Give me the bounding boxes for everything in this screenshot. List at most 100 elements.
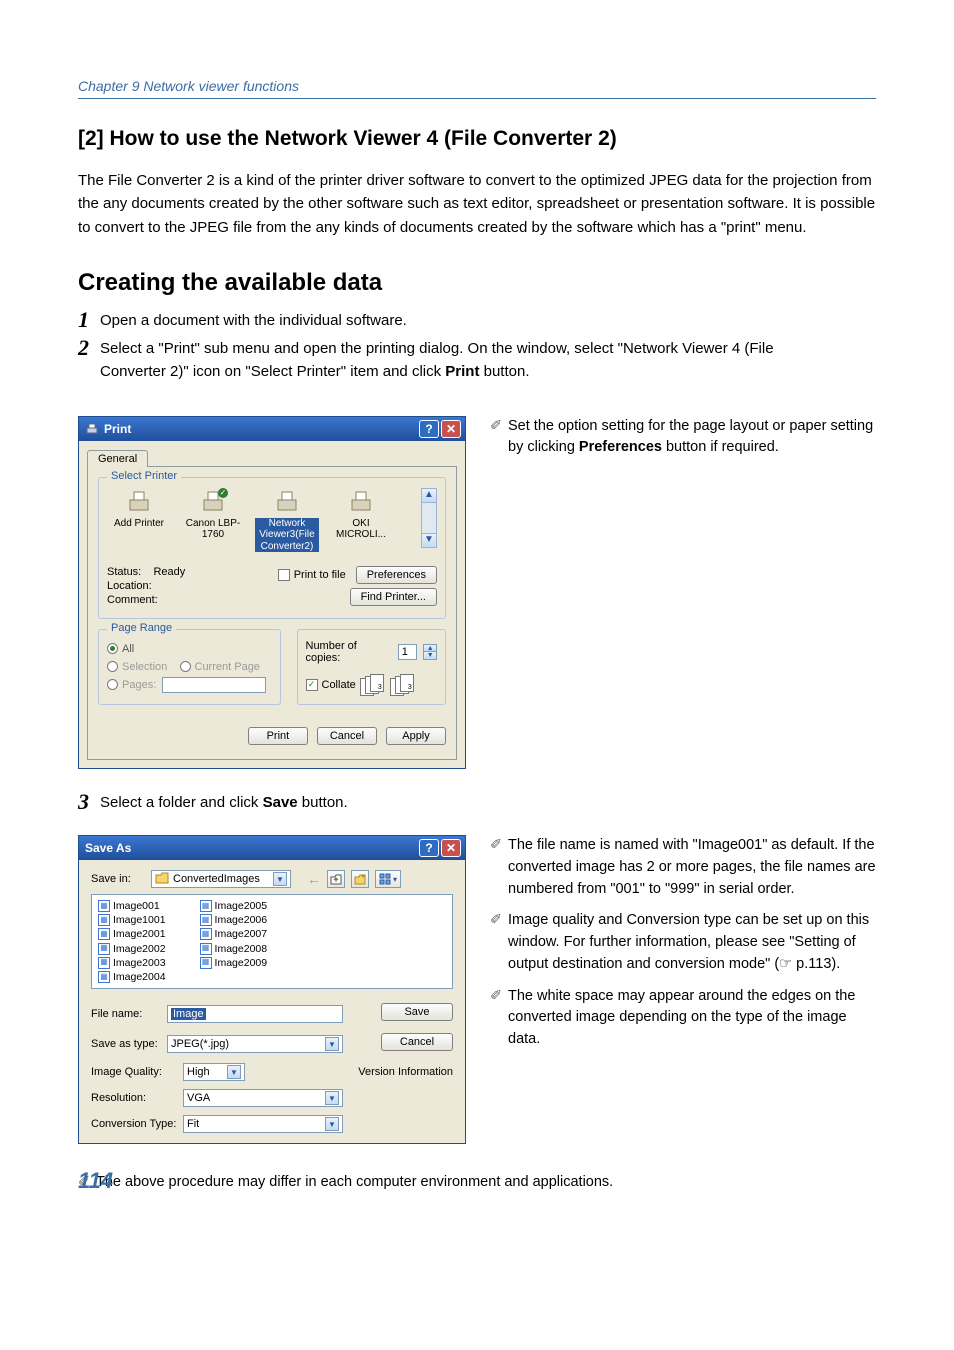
list-item[interactable]: ▦Image2009	[200, 956, 268, 970]
side-note-preferences: ✐ Set the option setting for the page la…	[490, 416, 876, 460]
pages-input[interactable]	[162, 677, 266, 693]
view-menu-icon[interactable]: ▾	[375, 870, 401, 888]
list-item[interactable]: ▦Image2001	[98, 927, 166, 941]
print-dialog-title: Print	[104, 422, 131, 436]
file-icon: ▦	[98, 957, 110, 969]
file-icon: ▦	[98, 900, 110, 912]
add-printer-icon	[124, 488, 154, 516]
step-1: 1 Open a document with the individual so…	[78, 307, 876, 333]
file-list[interactable]: ▦Image001▦Image1001▦Image2001▦Image2002▦…	[91, 894, 453, 989]
filename-input[interactable]: Image	[167, 1005, 343, 1023]
chevron-down-icon: ▼	[273, 872, 287, 886]
radio-selection[interactable]: Selection	[107, 661, 167, 673]
copies-label: Number of copies:	[306, 640, 392, 664]
copies-spinner[interactable]: ▲▼	[423, 644, 437, 660]
note-icon: ✐	[490, 416, 508, 460]
file-icon: ▦	[98, 943, 110, 955]
note-icon: ✐	[490, 910, 508, 975]
select-printer-legend: Select Printer	[107, 470, 181, 482]
cancel-button[interactable]: Cancel	[381, 1033, 453, 1051]
select-printer-group: Select Printer Add Printer	[98, 477, 446, 619]
list-item[interactable]: ▦Image2002	[98, 942, 166, 956]
step-3: 3 Select a folder and click Save button.	[78, 789, 876, 815]
page-number: 114	[78, 1168, 113, 1194]
help-button[interactable]: ?	[419, 839, 439, 857]
radio-all[interactable]: All	[107, 643, 134, 655]
apply-button[interactable]: Apply	[386, 727, 446, 745]
scroll-up-icon[interactable]: ▲	[422, 489, 436, 503]
list-item[interactable]: ▦Image2004	[98, 970, 166, 984]
collate-checkbox[interactable]: ✓Collate	[306, 679, 356, 691]
page-range-legend: Page Range	[107, 622, 176, 634]
resolution-dropdown[interactable]: VGA▼	[183, 1089, 343, 1107]
list-item[interactable]: ▦Image2007	[200, 927, 268, 941]
help-button[interactable]: ?	[419, 420, 439, 438]
file-icon: ▦	[200, 943, 212, 955]
collate-icon: 1 2 3	[390, 674, 416, 696]
saveastype-dropdown[interactable]: JPEG(*.jpg)▼	[167, 1035, 343, 1053]
page-range-group: Page Range All Selection Current Page	[98, 629, 281, 705]
list-item[interactable]: ▦Image001	[98, 899, 166, 913]
new-folder-icon[interactable]	[351, 870, 369, 888]
file-icon: ▦	[200, 900, 212, 912]
note-icon: ✐	[490, 835, 508, 900]
save-as-dialog: Save As ? ✕ Save in: ConvertedImages ▼	[78, 835, 466, 1144]
folder-icon	[155, 872, 169, 887]
list-item[interactable]: ▦Image2005	[200, 899, 268, 913]
list-item[interactable]: ▦Image2008	[200, 942, 268, 956]
list-item[interactable]: ▦Image1001	[98, 913, 166, 927]
imagequality-label: Image Quality:	[91, 1066, 183, 1078]
printer-canon[interactable]: ✓ Canon LBP-1760	[181, 488, 245, 541]
side-note-quality: ✐ Image quality and Conversion type can …	[490, 910, 876, 975]
printer-oki[interactable]: OKI MICROLI...	[329, 488, 393, 541]
saveas-title: Save As	[85, 841, 131, 855]
close-button[interactable]: ✕	[441, 420, 461, 438]
bottom-note: ✐ The above procedure may differ in each…	[78, 1174, 876, 1190]
filename-label: File name:	[91, 1008, 167, 1020]
print-dialog-titlebar: Print ? ✕	[79, 417, 465, 441]
copies-input[interactable]: 1	[398, 644, 418, 660]
print-dialog: Print ? ✕ General Select Printer	[78, 416, 466, 769]
print-to-file-checkbox[interactable]: Print to file	[278, 569, 346, 581]
savein-dropdown[interactable]: ConvertedImages ▼	[151, 870, 291, 888]
chevron-down-icon: ▼	[325, 1117, 339, 1131]
chevron-down-icon: ▼	[227, 1065, 241, 1079]
list-item[interactable]: ▦Image2003	[98, 956, 166, 970]
cancel-button[interactable]: Cancel	[317, 727, 377, 745]
imagequality-dropdown[interactable]: High▼	[183, 1063, 245, 1081]
printer-icon: ✓	[198, 488, 228, 516]
file-icon: ▦	[200, 928, 212, 940]
print-button[interactable]: Print	[248, 727, 308, 745]
back-icon[interactable]: ←	[307, 871, 321, 887]
printer-network-viewer[interactable]: Network Viewer3(File Converter2)	[255, 488, 319, 553]
chapter-header: Chapter 9 Network viewer functions	[78, 78, 876, 99]
up-folder-icon[interactable]	[327, 870, 345, 888]
scroll-down-icon[interactable]: ▼	[422, 533, 436, 547]
printer-icon	[272, 488, 302, 516]
intro-paragraph: The File Converter 2 is a kind of the pr…	[78, 169, 876, 239]
note-icon: ✐	[490, 986, 508, 1051]
printer-list-scrollbar[interactable]: ▲ ▼	[421, 488, 437, 548]
saveas-titlebar: Save As ? ✕	[79, 836, 465, 860]
version-info-link[interactable]: Version Information	[358, 1066, 453, 1078]
tab-general[interactable]: General	[87, 450, 148, 467]
saveastype-label: Save as type:	[91, 1038, 167, 1050]
radio-pages[interactable]: Pages:	[107, 679, 156, 691]
preferences-button[interactable]: Preferences	[356, 566, 437, 584]
close-button[interactable]: ✕	[441, 839, 461, 857]
file-icon: ▦	[200, 957, 212, 969]
list-item[interactable]: ▦Image2006	[200, 913, 268, 927]
save-button[interactable]: Save	[381, 1003, 453, 1021]
section-title: [2] How to use the Network Viewer 4 (Fil…	[78, 127, 876, 151]
savein-label: Save in:	[91, 873, 145, 885]
find-printer-button[interactable]: Find Printer...	[350, 588, 437, 606]
file-icon: ▦	[98, 971, 110, 983]
radio-current-page[interactable]: Current Page	[180, 661, 260, 673]
chevron-down-icon: ▼	[325, 1037, 339, 1051]
side-note-whitespace: ✐ The white space may appear around the …	[490, 986, 876, 1051]
conversion-dropdown[interactable]: Fit▼	[183, 1115, 343, 1133]
printer-icon	[346, 488, 376, 516]
step-2: 2 Select a "Print" sub menu and open the…	[78, 335, 876, 384]
printer-add[interactable]: Add Printer	[107, 488, 171, 530]
collate-icon: 1 2 3	[360, 674, 386, 696]
